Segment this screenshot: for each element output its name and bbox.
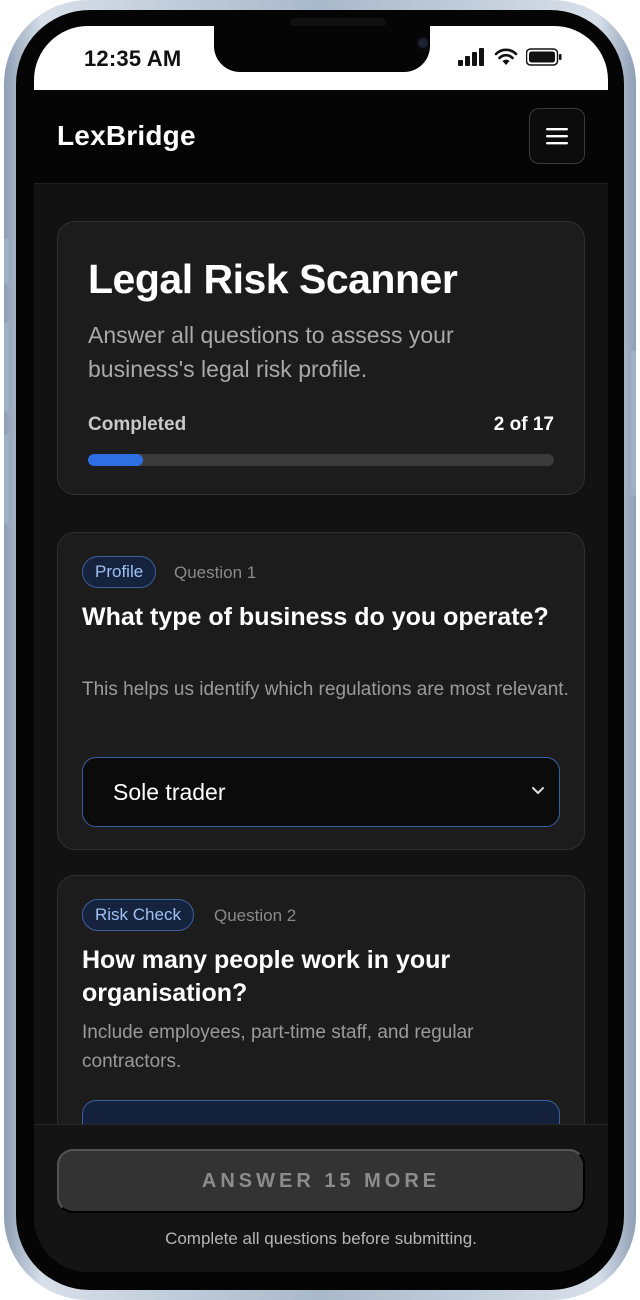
category-badge: Risk Check	[82, 899, 194, 931]
question-card: Profile Question 1 What type of business…	[57, 532, 585, 850]
question-title: How many people work in your organisatio…	[82, 946, 451, 1007]
battery-icon	[526, 48, 562, 66]
action-button	[4, 238, 9, 284]
question-help-text: This helps us identify which regulations…	[82, 679, 569, 700]
app-header: LexBridge	[34, 90, 608, 184]
select-value: Sole trader	[113, 779, 226, 805]
business-type-select[interactable]: Sole trader	[82, 757, 560, 827]
question-number: Question 2	[214, 906, 297, 925]
screen: 12:35 AM LexBridge Legal Risk Scanner An…	[34, 26, 608, 1272]
hamburger-menu-icon	[546, 128, 568, 145]
status-time: 12:35 AM	[84, 46, 182, 71]
progress-bar	[88, 454, 554, 466]
brand-logo[interactable]: LexBridge	[57, 120, 196, 152]
status-bar: 12:35 AM	[34, 26, 608, 90]
intro-card: Legal Risk Scanner Answer all questions …	[57, 221, 585, 495]
wifi-icon	[494, 48, 518, 65]
volume-up-button	[4, 322, 9, 412]
status-icons	[458, 48, 562, 66]
volume-down-button	[4, 434, 9, 524]
bottom-action-bar: ANSWER 15 MORE Complete all questions be…	[34, 1124, 608, 1272]
progress-bar-fill	[88, 454, 143, 466]
front-camera	[416, 36, 430, 50]
question-title: What type of business do you operate?	[82, 603, 549, 631]
question-help-text: Include employees, part-time staff, and …	[82, 1022, 474, 1072]
page-title: Legal Risk Scanner	[88, 256, 458, 302]
submit-button[interactable]: ANSWER 15 MORE	[57, 1149, 585, 1213]
cellular-signal-icon	[458, 48, 484, 66]
category-badge: Profile	[82, 556, 157, 588]
progress-label: Completed	[88, 414, 187, 435]
progress-count: 2 of 17	[493, 414, 554, 435]
power-button	[631, 350, 636, 496]
dynamic-island	[214, 26, 430, 72]
question-number: Question 1	[174, 563, 257, 582]
menu-button[interactable]	[529, 108, 585, 164]
page-subtitle: Answer all questions to assess your busi…	[88, 322, 454, 382]
submit-hint: Complete all questions before submitting…	[165, 1229, 477, 1248]
chevron-down-icon	[532, 787, 544, 794]
